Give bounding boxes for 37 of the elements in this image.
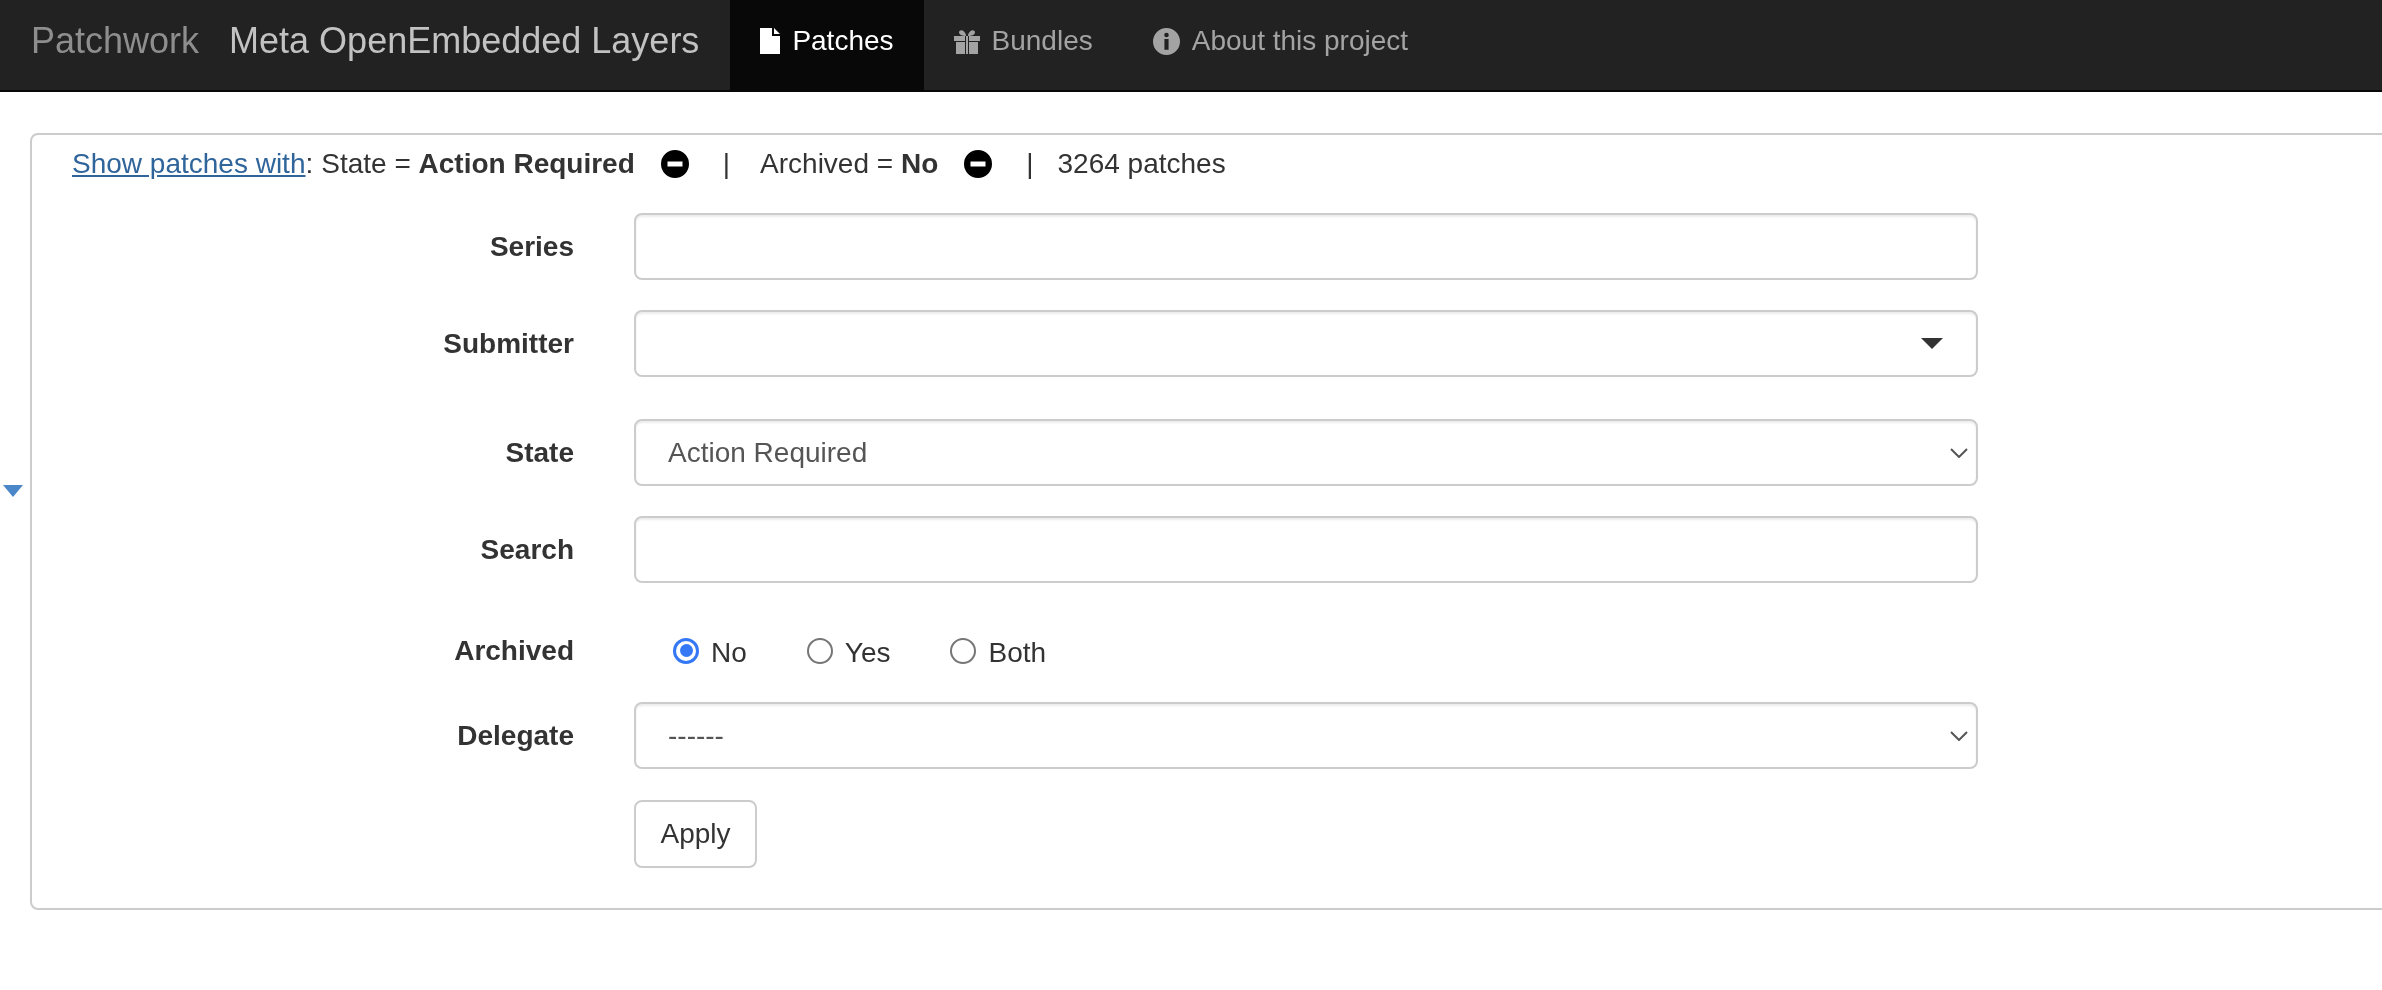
- brand-name[interactable]: Patchwork: [31, 14, 200, 68]
- nav-tab[interactable]: Bundles: [923, 0, 1123, 90]
- filter-link[interactable]: Show patches with: [72, 143, 306, 185]
- radio-label[interactable]: Yes: [844, 631, 891, 674]
- radio-button[interactable]: [673, 637, 699, 664]
- patch-count-text: 3264 patches: [1057, 147, 1226, 181]
- chevron-down-icon: [1950, 730, 1968, 741]
- nav-tab[interactable]: Patches: [730, 0, 924, 90]
- filter-text: State = Action Required: [321, 147, 635, 181]
- select-field[interactable]: Action Required: [634, 419, 1978, 486]
- nav-tab[interactable]: About this project: [1122, 0, 1439, 90]
- chevron-down-icon: [1950, 447, 1968, 458]
- apply-button[interactable]: Apply: [634, 800, 757, 868]
- text-field[interactable]: [634, 213, 1978, 280]
- caret-down-icon[interactable]: [3, 485, 23, 497]
- text-field[interactable]: [634, 516, 1978, 583]
- radio-label[interactable]: No: [711, 631, 747, 674]
- project-name[interactable]: Meta OpenEmbedded Layers: [229, 14, 700, 68]
- separator-text: |: [1026, 147, 1034, 181]
- field-label: State: [505, 435, 574, 470]
- file-icon: [760, 28, 781, 54]
- field-label: Search: [480, 532, 574, 567]
- separator-text: |: [722, 147, 731, 181]
- caret-down-icon: [1921, 338, 1943, 349]
- field-label: Archived: [454, 633, 574, 668]
- radio-button[interactable]: [806, 637, 833, 664]
- radio-button[interactable]: [950, 637, 977, 664]
- field-label: Submitter: [443, 326, 574, 361]
- combobox-field[interactable]: [634, 310, 1978, 377]
- info-icon: [1152, 27, 1180, 55]
- radio-label[interactable]: Both: [988, 631, 1047, 674]
- field-label: Delegate: [457, 718, 574, 753]
- gift-icon: [953, 28, 980, 54]
- filter-text: Archived = No: [760, 147, 939, 181]
- field-label: Series: [489, 229, 574, 264]
- colon-text: :: [305, 147, 314, 181]
- select-field[interactable]: ------: [634, 702, 1978, 769]
